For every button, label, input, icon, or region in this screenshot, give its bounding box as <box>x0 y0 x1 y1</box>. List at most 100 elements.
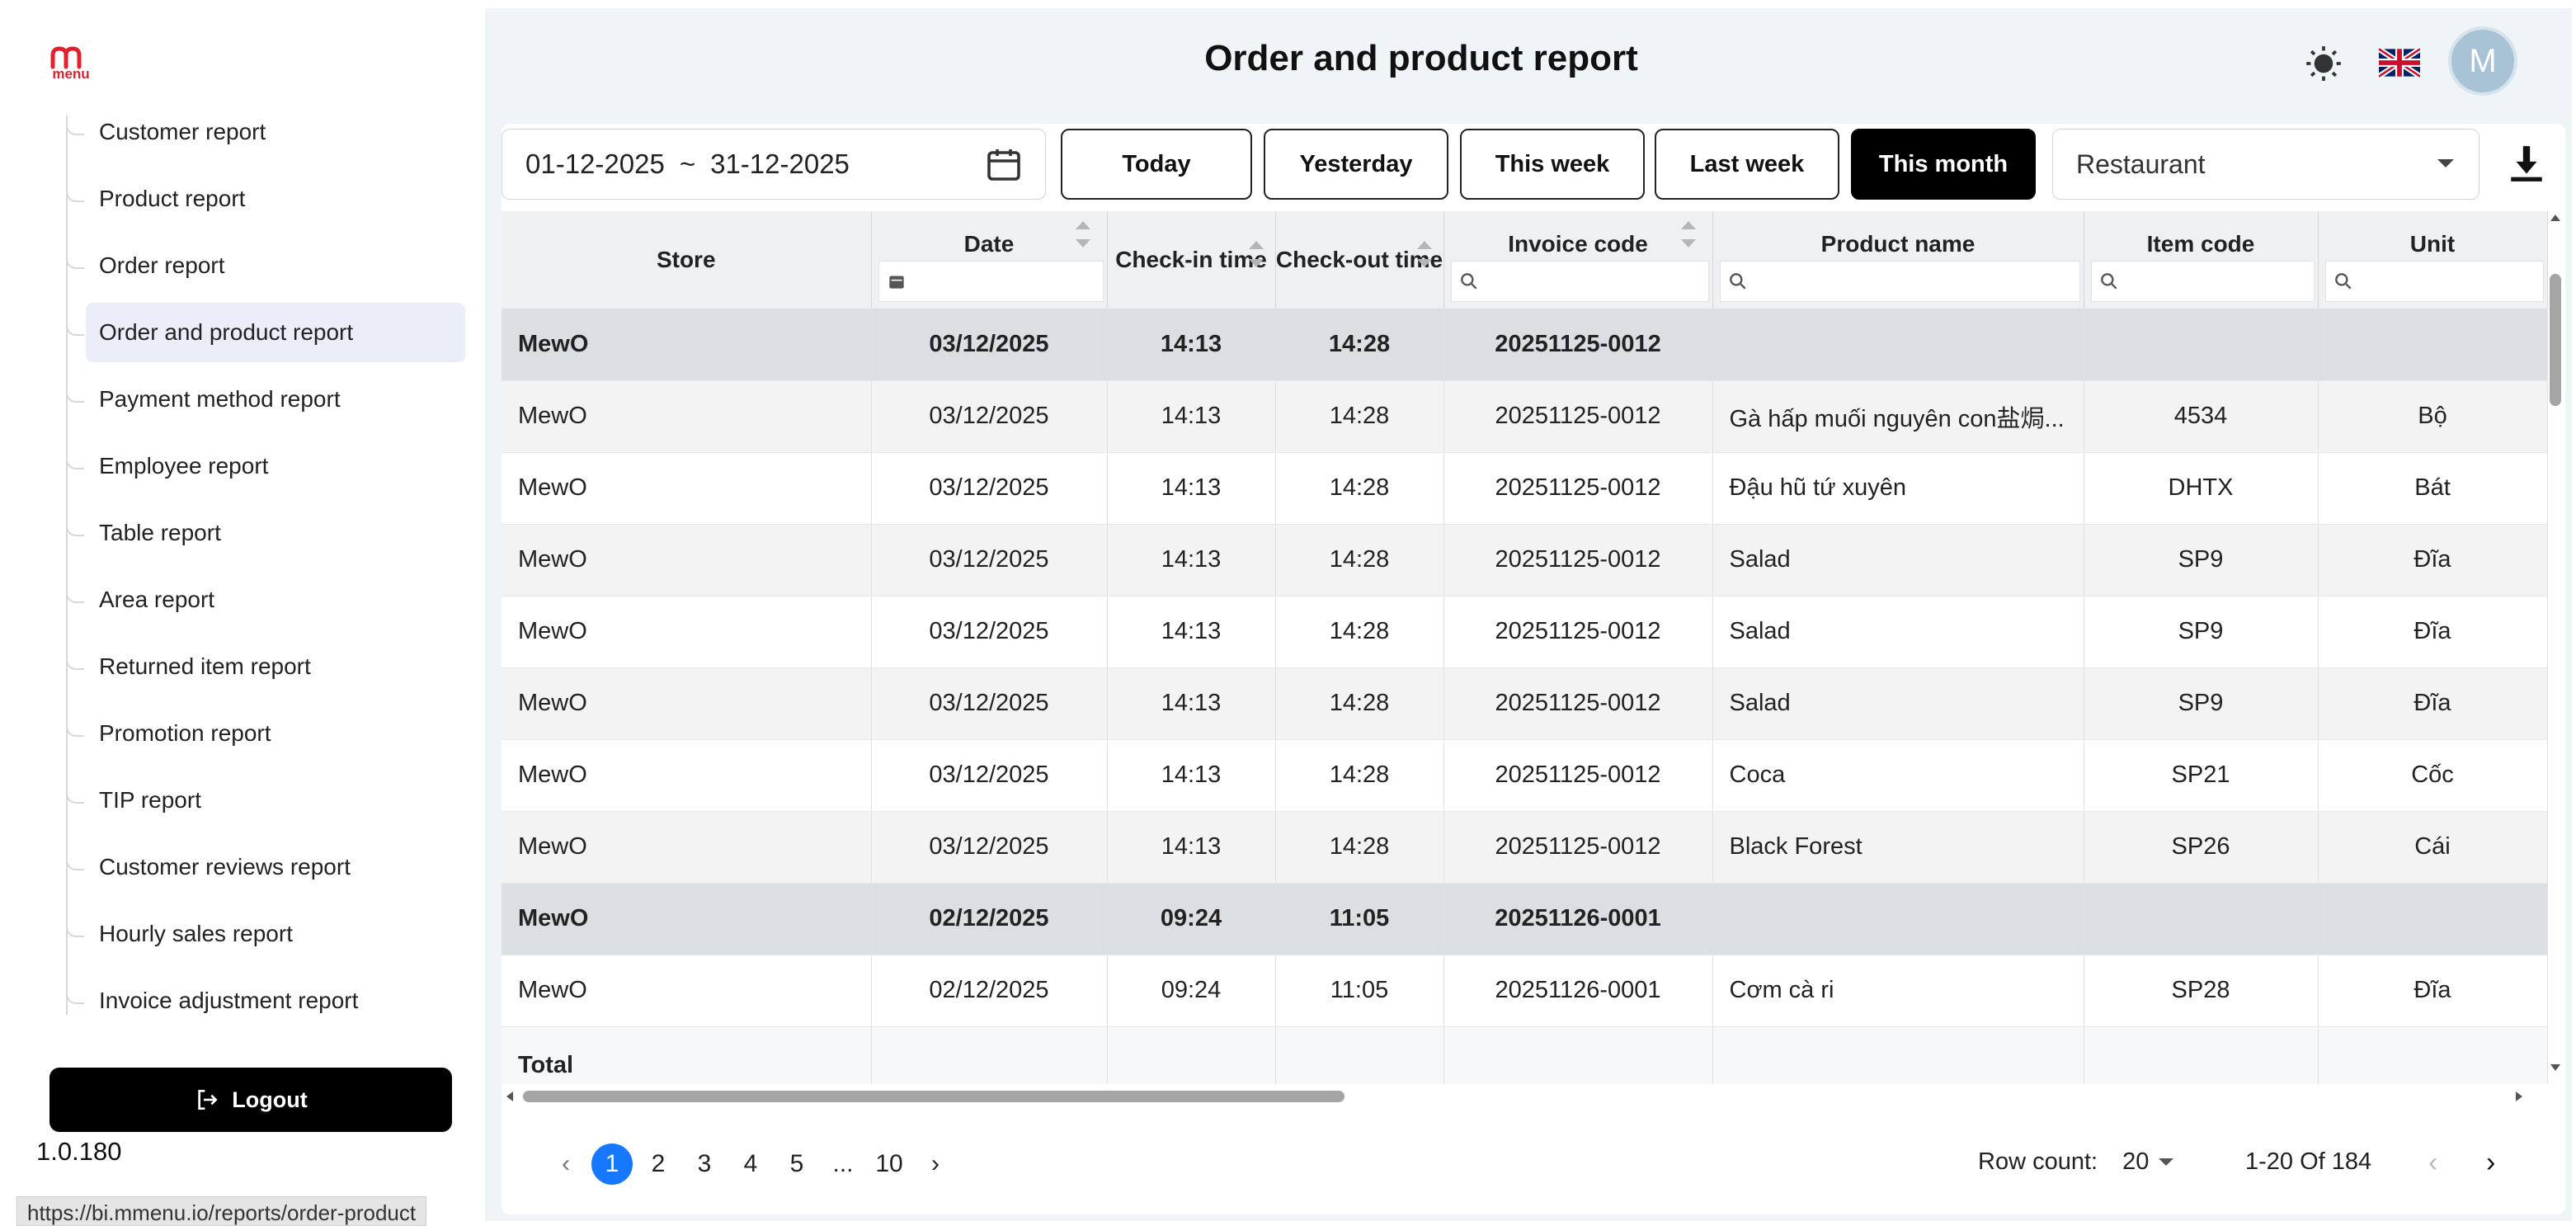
invoice-code-filter-input[interactable] <box>1450 261 1709 302</box>
total-cell <box>871 1026 1108 1084</box>
table-group-row[interactable]: MewO 03/12/2025 14:13 14:28 20251125-0012 <box>502 309 2548 381</box>
cell-product-name: Black Forest <box>1712 811 2084 884</box>
total-cell <box>1712 1026 2084 1084</box>
sidebar-item-table-report[interactable]: Table report <box>66 503 465 563</box>
sidebar-item-employee-report[interactable]: Employee report <box>66 436 465 496</box>
row-count-select[interactable]: 20 <box>2122 1148 2174 1176</box>
cell-check-out: 14:28 <box>1275 596 1444 668</box>
table-row[interactable]: MewO 02/12/2025 09:24 11:05 20251126-0001 Cơm… <box>502 955 2548 1027</box>
sidebar-item-hourly-sales-report[interactable]: Hourly sales report <box>66 904 465 964</box>
table-row[interactable]: MewO 03/12/2025 14:13 14:28 20251125-0012 Coc… <box>502 739 2548 812</box>
prev-arrow-icon[interactable]: ‹ <box>2428 1147 2437 1179</box>
sort-icon[interactable] <box>1248 241 1264 274</box>
page-10[interactable]: 10 <box>866 1143 912 1185</box>
download-icon[interactable] <box>2506 142 2547 185</box>
cell-check-in: 14:13 <box>1107 380 1276 453</box>
cell-check-in: 14:13 <box>1107 452 1276 525</box>
page-5[interactable]: 5 <box>774 1143 820 1185</box>
table-row[interactable]: MewO 03/12/2025 14:13 14:28 20251125-0012 Gà … <box>502 380 2548 453</box>
column-header-check-in-time[interactable]: Check-in time <box>1107 211 1276 309</box>
column-header-check-out-time[interactable]: Check-out time <box>1275 211 1444 309</box>
chevron-down-icon <box>2437 159 2454 167</box>
calendar-icon[interactable] <box>984 144 1024 184</box>
table-row[interactable]: MewO 03/12/2025 14:13 14:28 20251125-0012 Sal… <box>502 596 2548 668</box>
product-name-filter-input[interactable] <box>1719 261 2080 302</box>
yesterday-button[interactable]: Yesterday <box>1264 129 1448 200</box>
scroll-right-icon[interactable] <box>2514 1091 2524 1102</box>
last-week-button[interactable]: Last week <box>1655 129 1839 200</box>
horizontal-scroll-thumb[interactable] <box>523 1091 1345 1102</box>
cell-check-in: 09:24 <box>1107 955 1276 1027</box>
sidebar-item-payment-method-report[interactable]: Payment method report <box>66 370 465 429</box>
vertical-scrollbar[interactable] <box>2545 211 2564 1077</box>
scroll-down-icon[interactable] <box>2550 1063 2561 1073</box>
column-header-product-name: Product name <box>1712 211 2084 309</box>
page-2[interactable]: 2 <box>635 1143 681 1185</box>
table-group-row[interactable]: MewO 02/12/2025 09:24 11:05 20251126-0001 <box>502 883 2548 955</box>
cell-check-out: 14:28 <box>1275 452 1444 525</box>
date-filter-input[interactable] <box>878 261 1104 302</box>
cell-check-in: 14:13 <box>1107 596 1276 668</box>
sidebar-item-order-report[interactable]: Order report <box>66 236 465 295</box>
cell-check-out: 14:28 <box>1275 739 1444 812</box>
sort-icon[interactable] <box>1680 221 1696 254</box>
unit-filter-input[interactable] <box>2324 261 2544 302</box>
sidebar-item-product-report[interactable]: Product report <box>66 169 465 229</box>
total-cell <box>2318 1026 2548 1084</box>
cell-check-out: 11:05 <box>1275 955 1444 1027</box>
table-row[interactable]: MewO 03/12/2025 14:13 14:28 20251125-0012 Bla… <box>502 811 2548 884</box>
page-4[interactable]: 4 <box>728 1143 774 1185</box>
sidebar-item-label: Order report <box>99 252 225 278</box>
sort-icon[interactable] <box>1416 241 1432 274</box>
cell-date: 03/12/2025 <box>871 380 1108 453</box>
next-page-icon[interactable]: › <box>912 1143 958 1185</box>
sidebar-item-tip-report[interactable]: TIP report <box>66 771 465 830</box>
cell-check-out: 14:28 <box>1275 524 1444 596</box>
table-row[interactable]: MewO 03/12/2025 14:13 14:28 20251125-0012 Sal… <box>502 524 2548 596</box>
cell-check-out: 11:05 <box>1275 883 1444 955</box>
report-table: Store Date Check-in time Check-out time <box>502 211 2549 1084</box>
table-row[interactable]: MewO 03/12/2025 14:13 14:28 20251125-0012 Sal… <box>502 667 2548 740</box>
horizontal-scrollbar[interactable] <box>502 1086 2549 1106</box>
sidebar-item-label: TIP report <box>99 787 201 813</box>
sidebar-item-label: Promotion report <box>99 720 271 746</box>
sort-icon[interactable] <box>1075 221 1090 254</box>
sidebar-item-customer-reviews-report[interactable]: Customer reviews report <box>66 837 465 897</box>
scroll-left-icon[interactable] <box>505 1091 515 1102</box>
vertical-scroll-thumb[interactable] <box>2550 274 2561 406</box>
sidebar-item-returned-item-report[interactable]: Returned item report <box>66 637 465 696</box>
today-button[interactable]: Today <box>1061 129 1252 200</box>
cell-date: 02/12/2025 <box>871 955 1108 1027</box>
sidebar-item-order-and-product-report[interactable]: Order and product report <box>66 303 465 362</box>
sidebar-item-customer-report[interactable]: Customer report <box>66 102 465 162</box>
column-header-date[interactable]: Date <box>871 211 1108 309</box>
logout-button[interactable]: Logout <box>49 1068 452 1132</box>
next-arrow-icon[interactable]: › <box>2486 1147 2495 1179</box>
store-select[interactable]: Restaurant <box>2052 129 2479 200</box>
cell-date: 02/12/2025 <box>871 883 1108 955</box>
pagination-range: 1-20 Of 184 <box>2245 1148 2372 1175</box>
this-week-button[interactable]: This week <box>1460 129 1645 200</box>
page-1[interactable]: 1 <box>591 1143 633 1185</box>
date-range-picker[interactable]: 01-12-2025 ~ 31-12-2025 <box>502 129 1046 200</box>
theme-toggle-sun-icon[interactable] <box>2303 43 2344 84</box>
user-avatar[interactable]: M <box>2448 26 2517 96</box>
column-header-invoice-code[interactable]: Invoice code <box>1443 211 1713 309</box>
cell-item-code <box>2084 309 2319 381</box>
prev-page-icon[interactable]: ‹ <box>543 1143 589 1185</box>
calendar-icon <box>888 276 904 289</box>
scroll-up-icon[interactable] <box>2550 213 2561 223</box>
date-to: 31-12-2025 <box>710 149 850 179</box>
sidebar-item-invoice-adjustment-report[interactable]: Invoice adjustment report <box>66 971 465 1030</box>
cell-check-out: 14:28 <box>1275 811 1444 884</box>
page-3[interactable]: 3 <box>681 1143 728 1185</box>
item-code-filter-input[interactable] <box>2090 261 2315 302</box>
page-ellipsis[interactable]: ... <box>820 1143 866 1185</box>
sidebar-item-area-report[interactable]: Area report <box>66 570 465 630</box>
cell-item-code: 4534 <box>2084 380 2319 453</box>
table-row[interactable]: MewO 03/12/2025 14:13 14:28 20251125-0012 Đậu… <box>502 452 2548 525</box>
uk-flag-icon[interactable] <box>2379 45 2420 81</box>
search-icon <box>1460 273 1477 290</box>
this-month-button[interactable]: This month <box>1851 129 2036 200</box>
sidebar-item-promotion-report[interactable]: Promotion report <box>66 704 465 763</box>
